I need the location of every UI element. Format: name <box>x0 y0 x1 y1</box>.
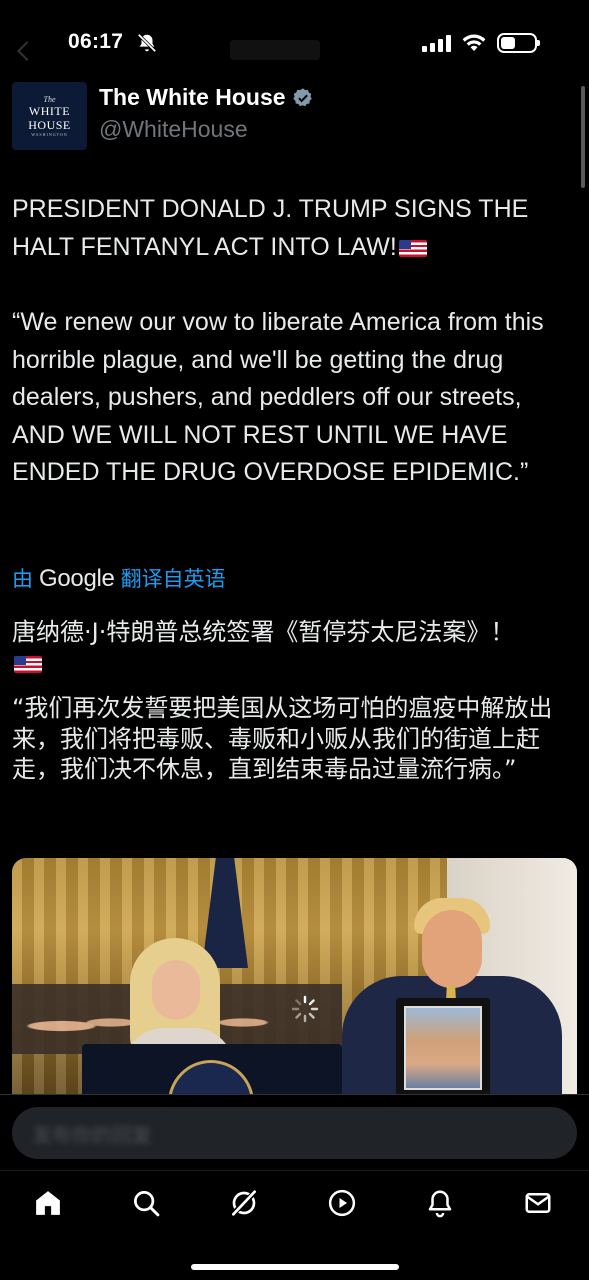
author-name-text[interactable]: The White House <box>99 84 286 111</box>
post-image[interactable] <box>12 858 577 1094</box>
back-arrow-icon[interactable] <box>17 41 37 61</box>
google-logo: Google <box>39 565 115 592</box>
signal-icon <box>422 34 451 52</box>
post-headline-text: PRESIDENT DONALD J. TRUMP SIGNS THE HALT… <box>12 195 529 261</box>
status-bar: 06:17 <box>0 0 589 84</box>
author-handle[interactable]: @WhiteHouse <box>99 116 248 143</box>
tab-video[interactable] <box>325 1186 359 1220</box>
header-ghost <box>230 40 320 60</box>
grok-icon <box>230 1189 258 1217</box>
reply-area: 发布你的回复 <box>0 1094 589 1170</box>
reply-placeholder: 发布你的回复 <box>32 1124 152 1147</box>
translation-suffix: 翻译自英语 <box>120 568 226 591</box>
post-headline: PRESIDENT DONALD J. TRUMP SIGNS THE HALT… <box>12 191 577 266</box>
avatar-logo-text: WASHINGTON <box>31 132 68 137</box>
scrollbar[interactable] <box>581 86 585 188</box>
us-flag-icon <box>398 239 427 257</box>
speaker-face <box>152 960 200 1020</box>
reply-input[interactable]: 发布你的回复 <box>12 1107 577 1159</box>
us-flag-icon <box>14 655 42 673</box>
president-face <box>422 910 482 988</box>
translated-headline-text: 唐纳德·J·特朗普总统签署《暂停芬太尼法案》！ <box>12 618 515 646</box>
bell-off-icon <box>137 33 157 53</box>
video-icon <box>328 1189 356 1217</box>
search-icon <box>134 1191 160 1217</box>
tab-search[interactable] <box>129 1186 163 1220</box>
translated-headline: 唐纳德·J·特朗普总统签署《暂停芬太尼法案》！ <box>12 617 577 678</box>
tab-home[interactable] <box>31 1186 65 1220</box>
battery-icon <box>497 33 540 53</box>
tab-grok[interactable] <box>227 1186 261 1220</box>
status-time: 06:17 <box>68 30 124 53</box>
messages-icon <box>525 1193 551 1213</box>
portrait-frame <box>396 998 490 1094</box>
portrait-photo <box>404 1006 482 1090</box>
notifications-icon <box>428 1190 452 1218</box>
translation-attribution[interactable]: 由 Google 翻译自英语 <box>12 563 226 593</box>
home-icon <box>36 1191 60 1215</box>
wifi-icon <box>462 34 486 51</box>
avatar-logo-text: The <box>43 95 56 104</box>
translation-prefix: 由 <box>12 568 33 591</box>
home-indicator[interactable] <box>191 1264 399 1270</box>
avatar-logo-text: HOUSE <box>28 118 71 132</box>
tab-notifications[interactable] <box>423 1186 457 1220</box>
verified-badge-icon <box>292 87 312 106</box>
loading-spinner-icon <box>291 995 319 1023</box>
avatar[interactable]: The WHITE HOUSE WASHINGTON <box>12 82 87 150</box>
translated-quote: “我们再次发誓要把美国从这场可怕的瘟疫中解放出来，我们将把毒贩、毒贩和小贩从我们… <box>12 694 553 783</box>
avatar-logo-text: WHITE <box>28 104 71 118</box>
post-quote: “We renew our vow to liberate America fr… <box>12 308 544 486</box>
tab-messages[interactable] <box>521 1186 555 1220</box>
author-name[interactable]: The White House <box>99 84 314 111</box>
